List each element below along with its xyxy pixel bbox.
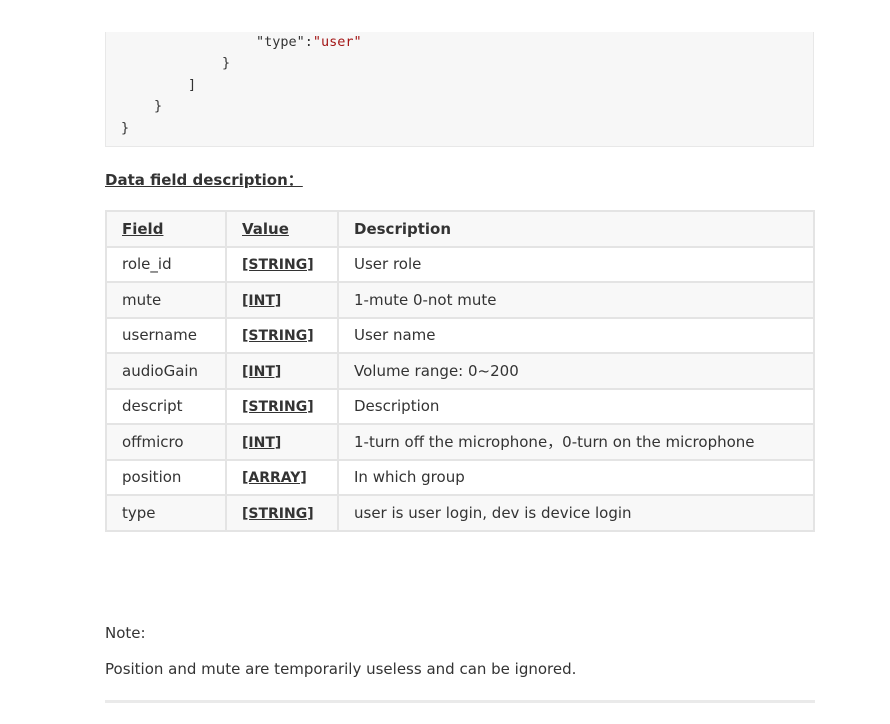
cell-description: User role [337, 245, 815, 283]
code-line-close-brace: } [121, 120, 130, 136]
code-string-value: "user" [312, 34, 362, 50]
table-row: offmicro [INT] 1-turn off the microphone… [105, 423, 815, 461]
cell-value: [INT] [225, 423, 339, 461]
cell-value: [INT] [225, 281, 339, 319]
cell-value: [STRING] [225, 245, 339, 283]
header-value-label: Value [242, 219, 289, 238]
section-title: Data field description： [105, 171, 303, 189]
cell-field: audioGain [105, 352, 227, 390]
table-row: type [STRING] user is user login, dev is… [105, 494, 815, 532]
cell-field: mute [105, 281, 227, 319]
cell-field: username [105, 316, 227, 354]
code-line-close-bracket: ] [188, 77, 197, 93]
cell-description: User name [337, 316, 815, 354]
cell-description: Description [337, 387, 815, 425]
cell-field: type [105, 494, 227, 532]
cell-field: role_id [105, 245, 227, 283]
cell-field: descript [105, 387, 227, 425]
header-description: Description [337, 210, 815, 248]
code-key: "type": [256, 34, 313, 50]
cell-value: [STRING] [225, 387, 339, 425]
cell-description: user is user login, dev is device login [337, 494, 815, 532]
header-field: Field [105, 210, 227, 248]
value-type: [STRING] [242, 505, 314, 522]
code-block: "type":"user" } ] } } [105, 32, 814, 147]
table-row: role_id [STRING] User role [105, 245, 815, 283]
value-type: [INT] [242, 434, 282, 451]
cell-value: [STRING] [225, 316, 339, 354]
cell-description: Volume range: 0~200 [337, 352, 815, 390]
cell-value: [STRING] [225, 494, 339, 532]
divider [105, 700, 815, 703]
code-line-close-brace: } [222, 55, 231, 71]
table-row: position [ARRAY] In which group [105, 458, 815, 496]
note-text: Position and mute are temporarily useles… [105, 660, 577, 678]
value-type: [STRING] [242, 257, 314, 274]
table-row: descript [STRING] Description [105, 387, 815, 425]
cell-description: In which group [337, 458, 815, 496]
cell-description: 1-mute 0-not mute [337, 281, 815, 319]
value-type: [ARRAY] [242, 470, 307, 487]
value-type: [STRING] [242, 328, 314, 345]
value-type: [INT] [242, 292, 282, 309]
table-row: mute [INT] 1-mute 0-not mute [105, 281, 815, 319]
cell-field: position [105, 458, 227, 496]
code-line-close-brace: } [154, 98, 163, 114]
table-row: username [STRING] User name [105, 316, 815, 354]
note-label: Note: [105, 624, 146, 642]
cell-field: offmicro [105, 423, 227, 461]
value-type: [INT] [242, 363, 282, 380]
header-value: Value [225, 210, 339, 248]
cell-value: [ARRAY] [225, 458, 339, 496]
field-description-table: Field Value Description role_id [STRING]… [105, 210, 815, 532]
header-field-label: Field [122, 219, 164, 238]
value-type: [STRING] [242, 399, 314, 416]
cell-description: 1-turn off the microphone，0-turn on the … [337, 423, 815, 461]
code-line-type: "type":"user" [256, 33, 362, 51]
table-row: audioGain [INT] Volume range: 0~200 [105, 352, 815, 390]
cell-value: [INT] [225, 352, 339, 390]
table-header-row: Field Value Description [105, 210, 815, 248]
